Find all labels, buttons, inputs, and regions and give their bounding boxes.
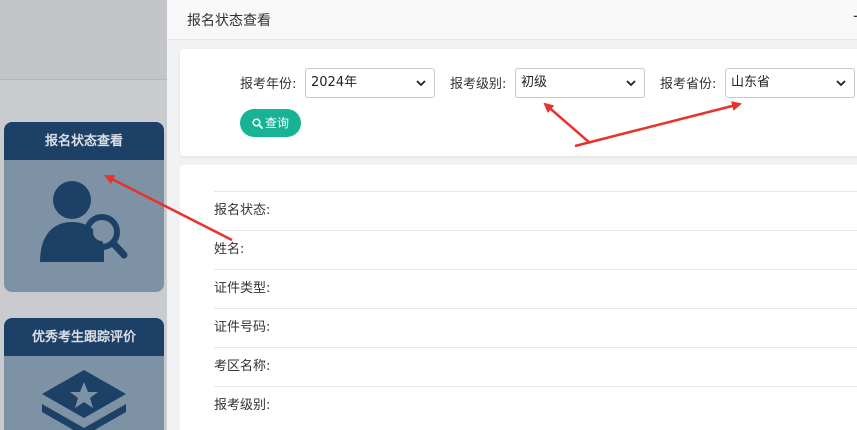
modal-header: 报名状态查看 - bbox=[167, 0, 857, 40]
status-view-card-title: 报名状态查看 bbox=[4, 122, 164, 160]
chevron-down-icon bbox=[626, 80, 636, 87]
level-select[interactable]: 初级 bbox=[515, 68, 645, 98]
filter-panel: 报考年份: 2024年 报考级别: 初级 报考省份: 山东省 查询 bbox=[180, 49, 857, 156]
status-view-card[interactable]: 报名状态查看 bbox=[4, 122, 164, 292]
minimize-button[interactable]: - bbox=[853, 6, 857, 25]
excellent-candidate-card[interactable]: 优秀考生跟踪评价 bbox=[4, 318, 164, 430]
modal-title: 报名状态查看 bbox=[187, 13, 271, 29]
status-view-modal: 报名状态查看 - 报考年份: 2024年 报考级别: 初级 报考省份: 山东省 … bbox=[167, 0, 857, 430]
query-button-label: 查询 bbox=[264, 116, 289, 130]
detail-row-level: 报考级别: bbox=[214, 386, 857, 425]
year-select-value: 2024年 bbox=[311, 75, 358, 90]
detail-label: 姓名: bbox=[214, 242, 245, 257]
detail-label: 证件号码: bbox=[214, 320, 271, 335]
chevron-down-icon bbox=[836, 80, 846, 87]
detail-row-id-type: 证件类型: bbox=[214, 269, 857, 308]
detail-row-id-number: 证件号码: bbox=[214, 308, 857, 347]
year-label: 报考年份: bbox=[240, 77, 297, 92]
user-search-icon bbox=[4, 160, 164, 292]
detail-row-exam-area: 考区名称: bbox=[214, 347, 857, 386]
detail-label: 报考级别: bbox=[214, 398, 271, 413]
level-select-value: 初级 bbox=[521, 75, 548, 90]
detail-row-status: 报名状态: bbox=[214, 191, 857, 230]
detail-label: 考区名称: bbox=[214, 359, 271, 374]
detail-row-name: 姓名: bbox=[214, 230, 857, 269]
level-label: 报考级别: bbox=[450, 77, 507, 92]
query-button[interactable]: 查询 bbox=[240, 109, 301, 137]
province-select[interactable]: 山东省 bbox=[725, 68, 855, 98]
province-label: 报考省份: bbox=[660, 77, 717, 92]
detail-panel: 报名状态: 姓名: 证件类型: 证件号码: 考区名称: 报考级别: bbox=[180, 165, 857, 430]
search-icon bbox=[252, 118, 263, 129]
chevron-down-icon bbox=[416, 80, 426, 87]
province-select-value: 山东省 bbox=[731, 75, 771, 90]
excellent-candidate-card-title: 优秀考生跟踪评价 bbox=[4, 318, 164, 356]
graduation-star-icon bbox=[4, 356, 164, 430]
detail-label: 报名状态: bbox=[214, 203, 271, 218]
year-select[interactable]: 2024年 bbox=[305, 68, 435, 98]
detail-label: 证件类型: bbox=[214, 281, 271, 296]
